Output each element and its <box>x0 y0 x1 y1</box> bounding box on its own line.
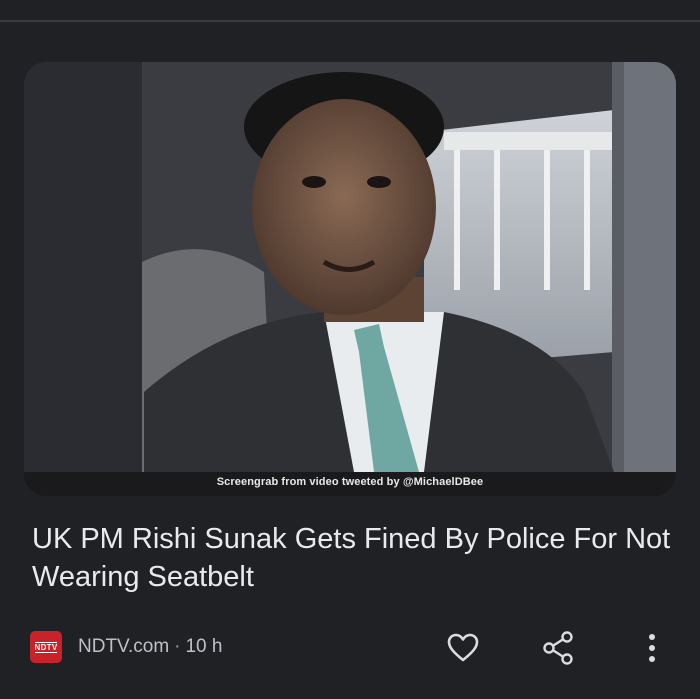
article-photo <box>24 62 676 496</box>
source-logo-text: NDTV <box>34 641 58 653</box>
like-button[interactable] <box>441 626 485 670</box>
source-name[interactable]: NDTV.com <box>78 636 169 657</box>
more-vertical-icon <box>649 634 655 662</box>
more-options-button[interactable] <box>630 626 674 670</box>
image-caption: Screengrab from video tweeted by @Michae… <box>216 476 484 488</box>
meta-separator: · <box>174 636 181 657</box>
article-headline[interactable]: UK PM Rishi Sunak Gets Fined By Police F… <box>32 520 672 596</box>
heart-outline-icon <box>447 633 479 662</box>
publish-time: 10 h <box>185 636 223 657</box>
source-info: NDTV.com · 10 h <box>78 636 222 658</box>
top-divider <box>0 0 700 22</box>
share-icon <box>543 631 573 665</box>
article-meta-row: NDTV NDTV.com · 10 h <box>0 620 700 674</box>
source-logo: NDTV <box>30 631 62 663</box>
article-image[interactable]: Screengrab from video tweeted by @Michae… <box>24 62 676 496</box>
share-button[interactable] <box>536 626 580 670</box>
